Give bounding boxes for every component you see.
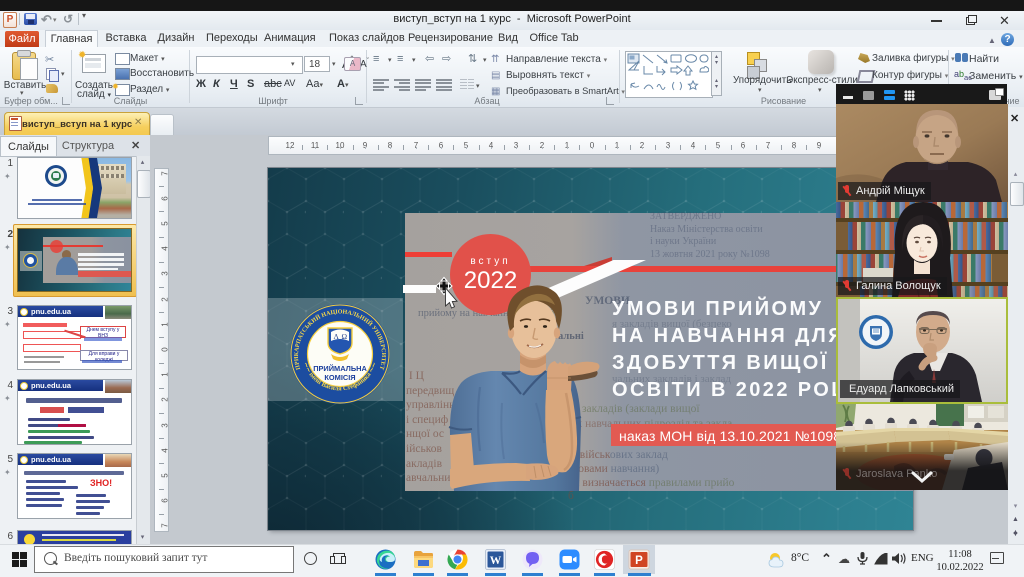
svg-text:Ω: Ω bbox=[342, 332, 348, 341]
svg-text:P: P bbox=[635, 555, 643, 567]
svg-text:W: W bbox=[490, 555, 502, 567]
svg-text:КОМІСІЯ: КОМІСІЯ bbox=[324, 373, 355, 382]
svg-text:Λ: Λ bbox=[334, 332, 340, 341]
svg-text:ПРИЙМАЛЬНА: ПРИЙМАЛЬНА bbox=[313, 364, 367, 373]
